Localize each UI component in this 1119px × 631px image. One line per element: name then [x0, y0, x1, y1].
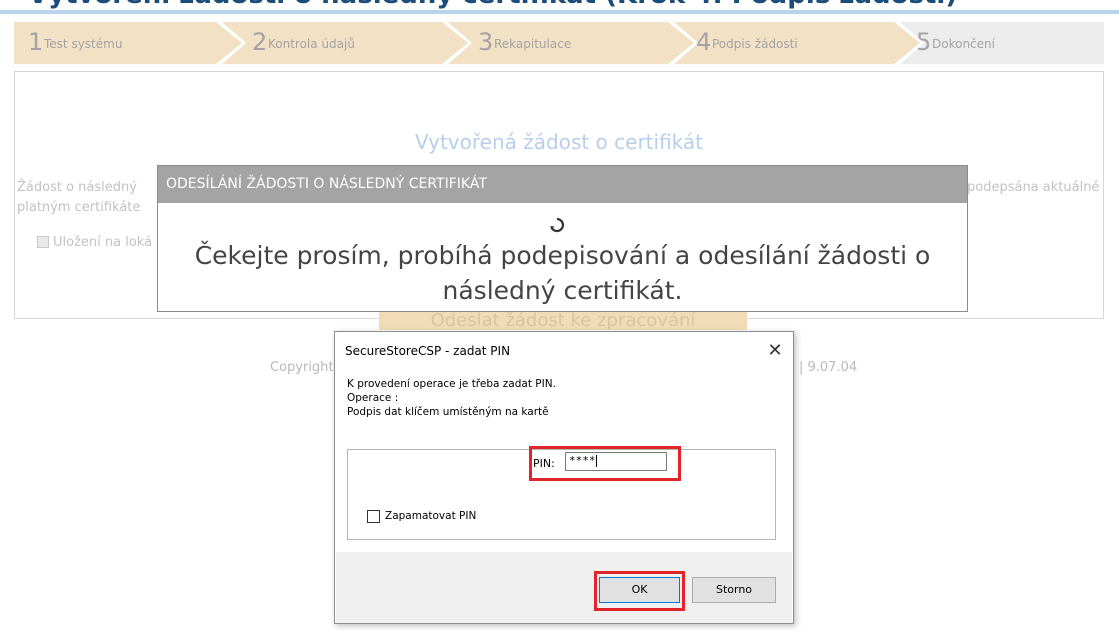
top-divider	[0, 10, 1119, 14]
step-2: 2 Kontrola údajů	[222, 22, 468, 64]
step-5-label: Dokončení	[932, 37, 995, 51]
step-1: 1 Test systému	[14, 22, 242, 64]
step-2-number: 2	[252, 28, 268, 56]
step-3-number: 3	[478, 28, 494, 56]
panel-title: Vytvořená žádost o certifikát	[414, 130, 704, 154]
local-save-label: Uložení na loká	[53, 235, 153, 250]
step-4-number: 4	[696, 28, 712, 56]
loading-spinner-icon	[550, 217, 565, 233]
dialog-line-2: Operace :	[347, 392, 399, 404]
step-3-label: Rekapitulace	[494, 37, 572, 51]
dialog-line-3: Podpis dat klíčem umístěným na kartě	[347, 406, 549, 418]
step-3: 3 Rekapitulace	[448, 22, 694, 64]
remember-pin-checkbox[interactable]	[367, 510, 380, 523]
local-save-checkbox[interactable]	[37, 236, 49, 248]
panel-text-left-1: Žádost o následný	[17, 180, 137, 195]
dialog-line-1: K provedení operace je třeba zadat PIN.	[347, 378, 556, 390]
modal-message: Čekejte prosím, probíhá podepisování a o…	[158, 238, 967, 308]
top-heading-cut: Vytvoření žádosti o následný certifikát …	[0, 0, 1119, 10]
copyright-left: Copyright	[270, 360, 334, 375]
step-5: 5 Dokončení	[900, 22, 1104, 64]
dialog-title: SecureStoreCSP - zadat PIN	[345, 344, 511, 358]
step-4-label: Podpis žádosti	[712, 37, 798, 51]
step-1-number: 1	[28, 28, 44, 56]
cancel-button[interactable]: Storno	[692, 577, 776, 603]
pin-highlight-box	[529, 446, 681, 481]
modal-message-line-2: následný certifikát.	[442, 276, 683, 305]
progress-steps: 1 Test systému 2 Kontrola údajů 3 Rekapi…	[14, 22, 1104, 64]
step-2-label: Kontrola údajů	[268, 37, 355, 51]
modal-title: ODESÍLÁNÍ ŽÁDOSTI O NÁSLEDNÝ CERTIFIKÁT	[158, 166, 967, 203]
sending-modal: ODESÍLÁNÍ ŽÁDOSTI O NÁSLEDNÝ CERTIFIKÁT …	[157, 165, 968, 312]
step-1-label: Test systému	[44, 37, 123, 51]
panel-text-left-2: platným certifikáte	[17, 200, 141, 215]
close-icon[interactable]: ✕	[763, 338, 787, 362]
ok-highlight-box	[594, 571, 685, 611]
modal-message-line-1: Čekejte prosím, probíhá podepisování a o…	[194, 241, 931, 270]
copyright-right: | 9.07.04	[799, 360, 858, 375]
remember-pin-label: Zapamatovat PIN	[385, 510, 477, 522]
panel-text-right: podepsána aktuálně	[967, 180, 1100, 195]
pin-dialog: SecureStoreCSP - zadat PIN ✕ K provedení…	[334, 331, 794, 624]
step-4: 4 Podpis žádosti	[674, 22, 920, 64]
